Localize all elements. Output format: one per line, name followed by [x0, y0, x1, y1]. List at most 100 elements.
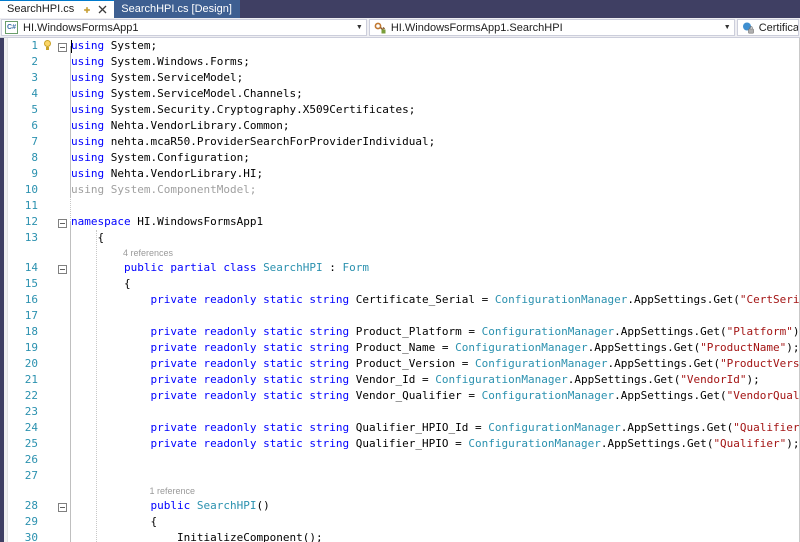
code-token: System.Windows.Forms;: [104, 55, 250, 68]
code-line[interactable]: 12 namespace HI.WindowsFormsApp1: [8, 214, 799, 230]
fold-toggle[interactable]: [54, 498, 70, 514]
code-line[interactable]: 15 {: [8, 276, 799, 292]
code-token: .AppSettings.: [587, 341, 674, 354]
code-line[interactable]: 3 using System.ServiceModel;: [8, 70, 799, 86]
code-text: private readonly static string Product_P…: [70, 324, 799, 340]
line-number: 3: [31, 71, 38, 84]
code-token: Vendor_Id =: [349, 373, 436, 386]
code-token: Vendor_Qualifier =: [349, 389, 482, 402]
code-line[interactable]: 19 private readonly static string Produc…: [8, 340, 799, 356]
code-text: private readonly static string Product_N…: [70, 340, 799, 356]
editor-area: 1 using System; 2 using System.Windows.Form…: [0, 38, 800, 542]
line-number: 30: [24, 531, 38, 542]
code-line[interactable]: 22 private readonly static string Vendor…: [8, 388, 799, 404]
code-line[interactable]: 20 private readonly static string Produc…: [8, 356, 799, 372]
line-number: 27: [24, 469, 38, 482]
code-token: System.Security.Cryptography.X509Certifi…: [104, 103, 416, 116]
code-line[interactable]: 23: [8, 404, 799, 420]
code-line[interactable]: 7 using nehta.mcaR50.ProviderSearchForPro…: [8, 134, 799, 150]
code-line[interactable]: 8 using System.Configuration;: [8, 150, 799, 166]
code-line[interactable]: 21 private readonly static string Vendor…: [8, 372, 799, 388]
code-token: .AppSettings.: [614, 325, 701, 338]
line-number: 20: [24, 357, 38, 370]
code-text: public SearchHPI(): [70, 498, 799, 514]
navigation-bar: C# HI.WindowsFormsApp1 ▼ HI.WindowsForms…: [0, 18, 800, 38]
fold-toggle[interactable]: [54, 260, 70, 276]
code-line[interactable]: 11: [8, 198, 799, 214]
project-dropdown[interactable]: C# HI.WindowsFormsApp1 ▼: [1, 19, 367, 36]
code-line[interactable]: 2 using System.Windows.Forms;: [8, 54, 799, 70]
tab-label: SearchHPI.cs: [7, 3, 75, 15]
code-token: "Platform": [726, 325, 793, 338]
code-token: private readonly static string: [150, 341, 350, 354]
code-line[interactable]: 9 using Nehta.VendorLibrary.HI;: [8, 166, 799, 182]
code-line[interactable]: 6 using Nehta.VendorLibrary.Common;: [8, 118, 799, 134]
type-dropdown[interactable]: HI.WindowsFormsApp1.SearchHPI ▼: [368, 19, 735, 36]
code-token: SearchHPI: [263, 261, 323, 274]
code-line[interactable]: 4 using System.ServiceModel.Channels;: [8, 86, 799, 102]
code-text: {: [70, 276, 799, 292]
member-dropdown-value: Certifica: [758, 21, 799, 34]
code-line[interactable]: 5 using System.Security.Cryptography.X509…: [8, 102, 799, 118]
code-line[interactable]: 16 private readonly static string Certif…: [8, 292, 799, 308]
codelens-label: 4 references: [122, 248, 173, 258]
line-number: 9: [31, 167, 38, 180]
code-line[interactable]: 17: [8, 308, 799, 324]
code-token: .AppSettings.: [627, 293, 714, 306]
code-token: Get: [686, 437, 707, 450]
code-line[interactable]: 13 {: [8, 230, 799, 246]
code-line[interactable]: 29 {: [8, 514, 799, 530]
code-line[interactable]: 30 InitializeComponent();: [8, 530, 799, 542]
code-surface[interactable]: 1 using System; 2 using System.Windows.Form…: [8, 38, 799, 542]
line-number: 1: [31, 39, 38, 52]
pin-icon[interactable]: [81, 4, 93, 16]
vs-editor-window: SearchHPI.cs SearchHPI.cs [Design] C# HI…: [0, 0, 800, 542]
tab-label: SearchHPI.cs [Design]: [121, 2, 232, 15]
code-line[interactable]: 24 private readonly static string Qualif…: [8, 420, 799, 436]
code-token: Qualifier_HPIO_Id =: [349, 421, 489, 434]
member-dropdown[interactable]: Certifica: [736, 19, 800, 36]
code-token: Product_Name =: [349, 341, 456, 354]
code-line[interactable]: 25 private readonly static string Qualif…: [8, 436, 799, 452]
tab-searchhpi-cs-design[interactable]: SearchHPI.cs [Design]: [114, 0, 240, 18]
fold-toggle[interactable]: [54, 38, 70, 54]
code-line[interactable]: 10 using System.ComponentModel;: [8, 182, 799, 198]
close-icon[interactable]: [96, 4, 108, 16]
line-number: 18: [24, 325, 38, 338]
code-line[interactable]: 26: [8, 452, 799, 468]
code-text: {: [70, 514, 799, 530]
codelens-row[interactable]: 4 references: [8, 246, 799, 260]
code-line[interactable]: 27: [8, 468, 799, 484]
tab-searchhpi-cs[interactable]: SearchHPI.cs: [0, 0, 115, 18]
code-token: ConfigurationManager: [481, 325, 615, 338]
line-number: 17: [24, 309, 38, 322]
code-token: ConfigurationManager: [475, 357, 608, 370]
project-dropdown-value: HI.WindowsFormsApp1: [23, 21, 139, 34]
code-token: System.ServiceModel.Channels;: [104, 87, 303, 100]
code-token: ConfigurationManager: [481, 389, 615, 402]
code-token: (): [256, 499, 270, 512]
chevron-down-icon[interactable]: ▼: [353, 21, 366, 35]
code-line[interactable]: 14 public partial class SearchHPI : Form: [8, 260, 799, 276]
line-number: 13: [24, 231, 38, 244]
fold-toggle[interactable]: [54, 214, 70, 230]
code-token: .AppSettings.: [607, 357, 694, 370]
code-token: using: [71, 39, 105, 52]
code-token: {: [150, 515, 158, 528]
codelens-row[interactable]: 1 reference: [8, 484, 799, 498]
code-token: private readonly static string: [150, 357, 350, 370]
code-line[interactable]: 18 private readonly static string Produc…: [8, 324, 799, 340]
code-text: using Nehta.VendorLibrary.Common;: [70, 118, 799, 134]
line-number: 21: [24, 373, 38, 386]
code-line[interactable]: 28 public SearchHPI(): [8, 498, 799, 514]
type-dropdown-value: HI.WindowsFormsApp1.SearchHPI: [390, 21, 563, 34]
code-token: using: [71, 119, 105, 132]
code-token: using System.ComponentModel;: [71, 183, 257, 196]
code-text: using nehta.mcaR50.ProviderSearchForProv…: [70, 134, 799, 150]
code-token: Form: [342, 261, 370, 274]
line-number: 22: [24, 389, 38, 402]
code-text: {: [70, 230, 799, 246]
code-token: .AppSettings.: [567, 373, 654, 386]
code-line[interactable]: 1 using System;: [8, 38, 799, 54]
chevron-down-icon[interactable]: ▼: [721, 21, 734, 35]
